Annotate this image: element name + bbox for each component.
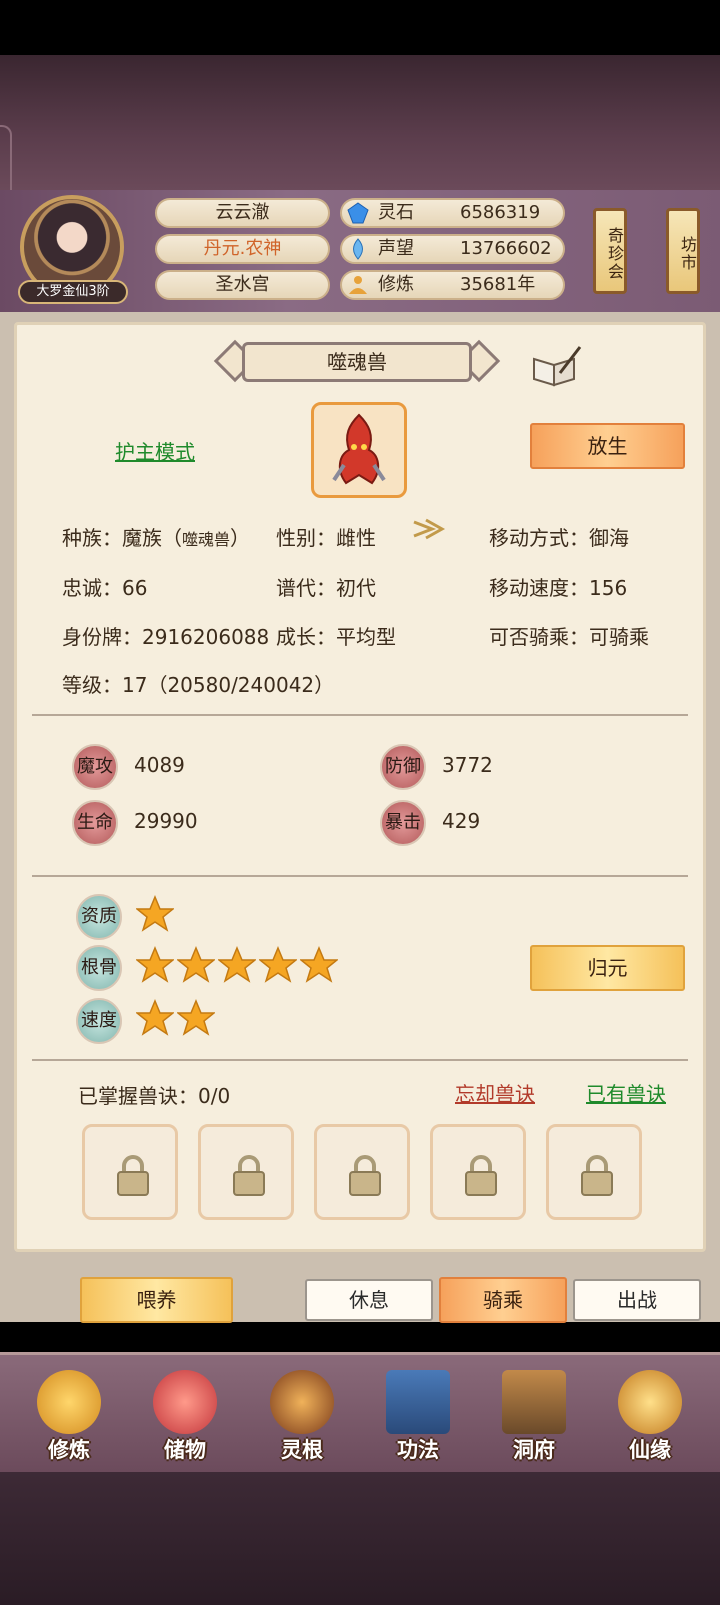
player-title[interactable]: 丹元.农神	[155, 234, 330, 264]
skills-mastered: 已掌握兽诀：0/0	[78, 1084, 231, 1108]
skill-slot[interactable]	[82, 1124, 178, 1220]
nav-cave[interactable]: 洞府	[484, 1366, 584, 1466]
status-bar-area	[0, 0, 720, 55]
pet-generation: 谱代：初代	[276, 576, 376, 600]
rename-book-icon[interactable]	[530, 345, 582, 387]
lock-icon	[581, 1155, 613, 1196]
rest-button[interactable]: 休息	[305, 1279, 433, 1321]
player-header: 大罗金仙3阶 云云澈 丹元.农神 圣水宫 灵石 6586319 声望 13766…	[0, 190, 720, 312]
pet-race: 种族：魔族（噬魂兽）	[62, 526, 251, 550]
lock-icon	[465, 1155, 497, 1196]
resource-reputation: 声望 13766602	[340, 234, 565, 264]
spirit-root-icon	[270, 1370, 334, 1434]
divider	[32, 1059, 688, 1061]
lock-icon	[233, 1155, 265, 1196]
soul-beast-icon	[332, 413, 386, 485]
talent-badge-bone: 根骨	[76, 945, 122, 991]
resource-cultivation: 修炼 35681年	[340, 270, 565, 300]
pet-name[interactable]: 噬魂兽	[242, 342, 472, 382]
nav-fate[interactable]: 仙缘	[600, 1366, 700, 1466]
release-button[interactable]: 放生	[530, 423, 685, 469]
stat-value-hp: 29990	[134, 809, 198, 833]
skill-slot[interactable]	[314, 1124, 410, 1220]
stat-badge-attack: 魔攻	[72, 744, 118, 790]
pet-gender: 性别：雌性	[276, 526, 376, 550]
stat-badge-hp: 生命	[72, 800, 118, 846]
star-icon	[136, 999, 174, 1036]
gourd-icon	[618, 1370, 682, 1434]
guard-mode-link[interactable]: 护主模式	[115, 436, 195, 465]
top-background	[0, 55, 720, 229]
skill-slot[interactable]	[546, 1124, 642, 1220]
pet-move-type: 移动方式：御海	[489, 526, 629, 550]
pet-loyalty: 忠诚：66	[62, 576, 148, 600]
talent-badge-speed: 速度	[76, 998, 122, 1044]
divider	[32, 714, 688, 716]
stat-badge-defense: 防御	[380, 744, 426, 790]
nav-storage[interactable]: 储物	[135, 1366, 235, 1466]
player-rank: 大罗金仙3阶	[18, 280, 128, 304]
cave-icon	[502, 1370, 566, 1434]
ride-button[interactable]: 骑乘	[439, 1277, 567, 1323]
cultivation-icon	[349, 276, 367, 294]
skill-slot[interactable]	[198, 1124, 294, 1220]
reputation-icon	[353, 238, 363, 260]
owned-skills-link[interactable]: 已有兽诀	[586, 1078, 666, 1107]
star-icon	[259, 946, 297, 983]
nav-spirit-root[interactable]: 灵根	[252, 1366, 352, 1466]
star-icon	[136, 946, 174, 983]
battle-button[interactable]: 出战	[573, 1279, 701, 1321]
stat-value-crit: 429	[442, 809, 481, 833]
gender-arrow-icon[interactable]	[412, 516, 446, 542]
star-icon	[177, 999, 215, 1036]
monk-icon	[37, 1370, 101, 1434]
stat-value-attack: 4089	[134, 753, 185, 777]
star-icon	[300, 946, 338, 983]
pet-rideable: 可否骑乘：可骑乘	[489, 625, 649, 649]
lock-icon	[117, 1155, 149, 1196]
nav-cultivate[interactable]: 修炼	[19, 1366, 119, 1466]
pet-growth: 成长：平均型	[276, 625, 396, 649]
forget-skill-link[interactable]: 忘却兽诀	[455, 1078, 535, 1107]
star-icon	[177, 946, 215, 983]
nav-techniques[interactable]: 功法	[368, 1366, 468, 1466]
player-sect: 圣水宫	[155, 270, 330, 300]
star-icon	[218, 946, 256, 983]
treasure-button[interactable]: 奇珍会	[593, 208, 627, 294]
talent-badge-aptitude: 资质	[76, 894, 122, 940]
stat-badge-crit: 暴击	[380, 800, 426, 846]
pet-id-tag: 身份牌：2916206088	[62, 625, 270, 649]
pet-portrait[interactable]	[311, 402, 407, 498]
bag-icon	[153, 1370, 217, 1434]
skill-slot[interactable]	[430, 1124, 526, 1220]
scripture-icon	[386, 1370, 450, 1434]
divider	[32, 875, 688, 877]
pet-level: 等级：17（20580/240042）	[62, 673, 335, 697]
pet-title-bar: 噬魂兽	[212, 338, 502, 386]
return-origin-button[interactable]: 归元	[530, 945, 685, 991]
star-icon	[136, 895, 174, 932]
pet-move-speed: 移动速度：156	[489, 576, 628, 600]
bottom-background	[0, 1472, 720, 1605]
player-name: 云云澈	[155, 198, 330, 228]
lock-icon	[349, 1155, 381, 1196]
spirit-stone-icon	[347, 202, 369, 224]
stat-value-defense: 3772	[442, 753, 493, 777]
resource-spirit-stone: 灵石 6586319	[340, 198, 565, 228]
market-button[interactable]: 坊市	[666, 208, 700, 294]
feed-button[interactable]: 喂养	[80, 1277, 233, 1323]
